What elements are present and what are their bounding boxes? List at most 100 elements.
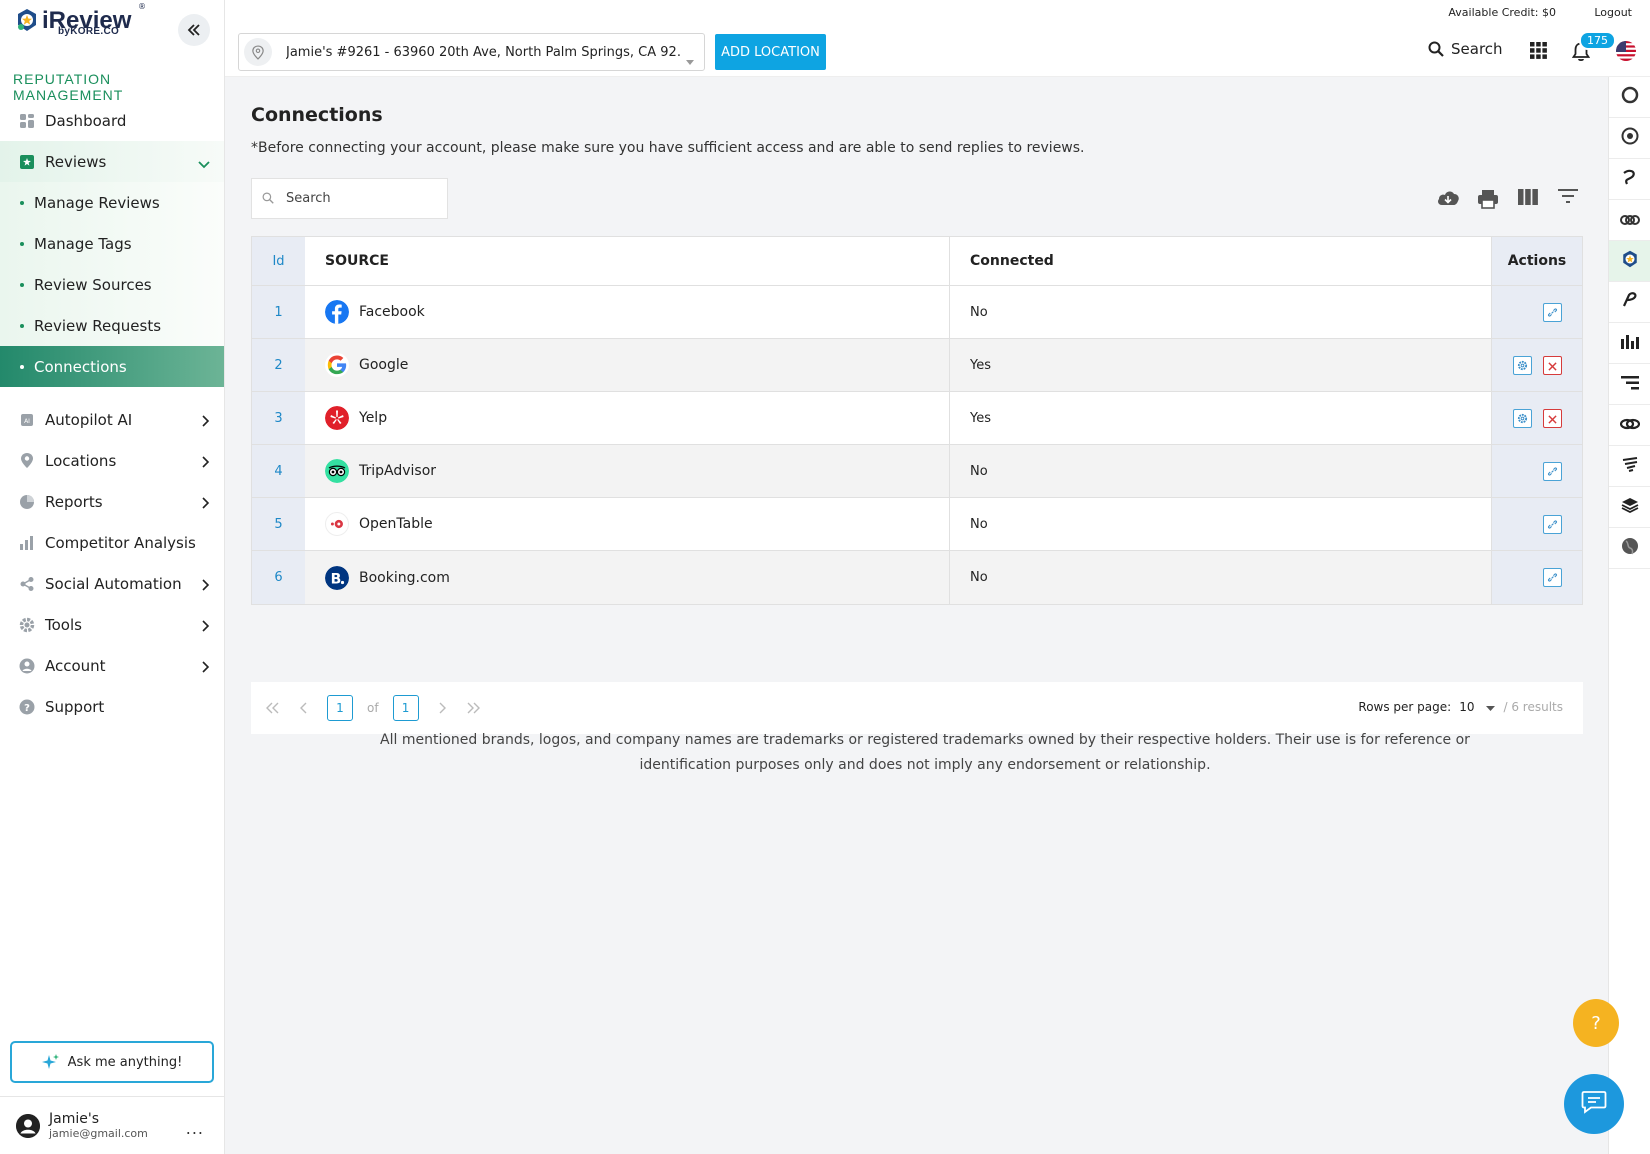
sidebar-item-reviews[interactable]: Reviews <box>0 141 224 182</box>
rail-app-ireview[interactable] <box>1609 241 1650 282</box>
location-select[interactable]: Jamie's #9261 - 63960 20th Ave, North Pa… <box>238 33 705 71</box>
rail-app-9[interactable] <box>1609 405 1650 446</box>
next-page-icon[interactable] <box>429 694 457 722</box>
current-page-input[interactable]: 1 <box>327 695 353 721</box>
gear-icon <box>1517 409 1528 428</box>
sidebar-item-autopilot-ai[interactable]: AI Autopilot AI <box>0 399 224 440</box>
sidebar-subitem-manage-tags[interactable]: Manage Tags <box>0 223 224 264</box>
search-icon <box>1428 41 1444 57</box>
swirl-app-icon <box>1621 168 1639 190</box>
row-source: Yelp <box>305 392 950 444</box>
row-connected: No <box>950 551 1492 604</box>
section-title: REPUTATION MANAGEMENT <box>13 71 124 103</box>
rail-app-4[interactable] <box>1609 200 1650 241</box>
user-menu-button[interactable]: ... <box>186 1119 204 1138</box>
download-cloud-icon[interactable] <box>1428 189 1468 209</box>
connect-button[interactable] <box>1543 514 1562 534</box>
collapse-sidebar-button[interactable] <box>178 14 210 46</box>
top-header: Available Credit: $0 Logout Jamie's #926… <box>225 0 1650 77</box>
connect-button[interactable] <box>1543 302 1562 322</box>
sidebar-item-competitor-analysis[interactable]: Competitor Analysis <box>0 522 224 563</box>
page-note: *Before connecting your account, please … <box>251 140 1085 156</box>
rows-per-page-select[interactable]: 10 <box>1459 700 1496 714</box>
page-of-label: of <box>367 701 379 715</box>
add-location-button[interactable]: ADD LOCATION <box>715 34 826 70</box>
sidebar-item-dashboard[interactable]: Dashboard <box>0 100 224 141</box>
column-header-actions: Actions <box>1492 237 1582 285</box>
link-icon <box>1547 462 1558 481</box>
sidebar-subitem-review-sources[interactable]: Review Sources <box>0 264 224 305</box>
sidebar-item-support[interactable]: ? Support <box>0 686 224 727</box>
header-search-button[interactable]: Search <box>1428 40 1503 58</box>
sidebar-item-account[interactable]: Account <box>0 645 224 686</box>
settings-button[interactable] <box>1513 408 1532 428</box>
last-page-icon[interactable] <box>459 694 487 722</box>
logout-link[interactable]: Logout <box>1594 6 1632 19</box>
chat-button[interactable] <box>1564 1074 1624 1134</box>
rail-app-11[interactable] <box>1609 487 1650 528</box>
rail-app-2[interactable] <box>1609 118 1650 159</box>
results-count: / 6 results <box>1503 700 1563 714</box>
sidebar-item-locations[interactable]: Locations <box>0 440 224 481</box>
chevron-right-icon <box>202 659 210 677</box>
column-header-connected[interactable]: Connected <box>950 237 1492 285</box>
rows-per-page-label: Rows per page: <box>1358 700 1452 714</box>
pen-app-icon <box>1621 291 1639 313</box>
rail-app-3[interactable] <box>1609 159 1650 200</box>
table-row: 6 B Booking.com No <box>252 551 1582 604</box>
sidebar-subitem-label: Review Requests <box>34 316 162 335</box>
column-header-id[interactable]: Id <box>252 237 305 285</box>
sidebar-item-tools[interactable]: Tools <box>0 604 224 645</box>
facebook-logo-icon <box>325 300 349 324</box>
social-icon <box>18 575 35 592</box>
columns-icon[interactable] <box>1508 189 1548 209</box>
sidebar-item-social-automation[interactable]: Social Automation <box>0 563 224 604</box>
row-source-name: OpenTable <box>359 516 433 532</box>
us-flag-icon[interactable] <box>1616 41 1636 61</box>
ask-ai-button[interactable]: Ask me anything! <box>10 1041 214 1083</box>
column-header-source[interactable]: SOURCE <box>305 237 950 285</box>
sidebar-subitem-manage-reviews[interactable]: Manage Reviews <box>0 182 224 223</box>
sidebar-item-reports[interactable]: Reports <box>0 481 224 522</box>
table-search-input[interactable]: Search <box>251 178 448 219</box>
rows-per-page-value: 10 <box>1459 700 1475 714</box>
prev-page-icon[interactable] <box>289 694 317 722</box>
rail-app-8[interactable] <box>1609 364 1650 405</box>
svg-text:?: ? <box>24 703 30 714</box>
disconnect-button[interactable] <box>1543 355 1562 375</box>
connect-button[interactable] <box>1543 568 1562 587</box>
rail-app-10[interactable] <box>1609 446 1650 487</box>
rail-app-12[interactable] <box>1609 528 1650 569</box>
connect-button[interactable] <box>1543 461 1562 481</box>
opentable-logo-icon <box>325 512 349 536</box>
ask-ai-label: Ask me anything! <box>67 1054 183 1070</box>
help-button[interactable]: ? <box>1573 999 1619 1047</box>
search-icon <box>262 189 274 208</box>
link-app-icon <box>1619 416 1640 435</box>
user-profile[interactable]: Jamie's jamie@gmail.com ... <box>0 1096 224 1154</box>
bullet-icon <box>20 200 24 205</box>
apps-grid-icon[interactable] <box>1530 42 1547 63</box>
table-pagination: 1 of 1 Rows per page: 10 / 6 results <box>251 682 1583 734</box>
sidebar-item-label: Account <box>45 656 106 675</box>
right-app-rail <box>1608 77 1650 1154</box>
disconnect-button[interactable] <box>1543 408 1562 428</box>
rail-app-7[interactable] <box>1609 323 1650 364</box>
chevron-down-icon <box>198 155 210 173</box>
bar-chart-icon <box>18 534 35 551</box>
print-icon[interactable] <box>1468 189 1508 209</box>
settings-button[interactable] <box>1513 355 1532 375</box>
sidebar-subitem-connections[interactable]: Connections <box>0 346 224 387</box>
close-icon <box>1548 409 1557 428</box>
caret-down-icon <box>1486 700 1496 714</box>
rail-app-1[interactable] <box>1609 77 1650 118</box>
sidebar-item-label: Locations <box>45 451 117 470</box>
sidebar-subitem-label: Manage Tags <box>34 234 132 253</box>
filter-icon[interactable] <box>1548 189 1588 209</box>
svg-text:AI: AI <box>24 418 30 425</box>
rail-app-6[interactable] <box>1609 282 1650 323</box>
sidebar-item-label: Tools <box>45 615 82 634</box>
first-page-icon[interactable] <box>259 694 287 722</box>
connections-table: Id SOURCE Connected Actions 1 Facebook N… <box>251 236 1583 605</box>
sidebar-subitem-review-requests[interactable]: Review Requests <box>0 305 224 346</box>
